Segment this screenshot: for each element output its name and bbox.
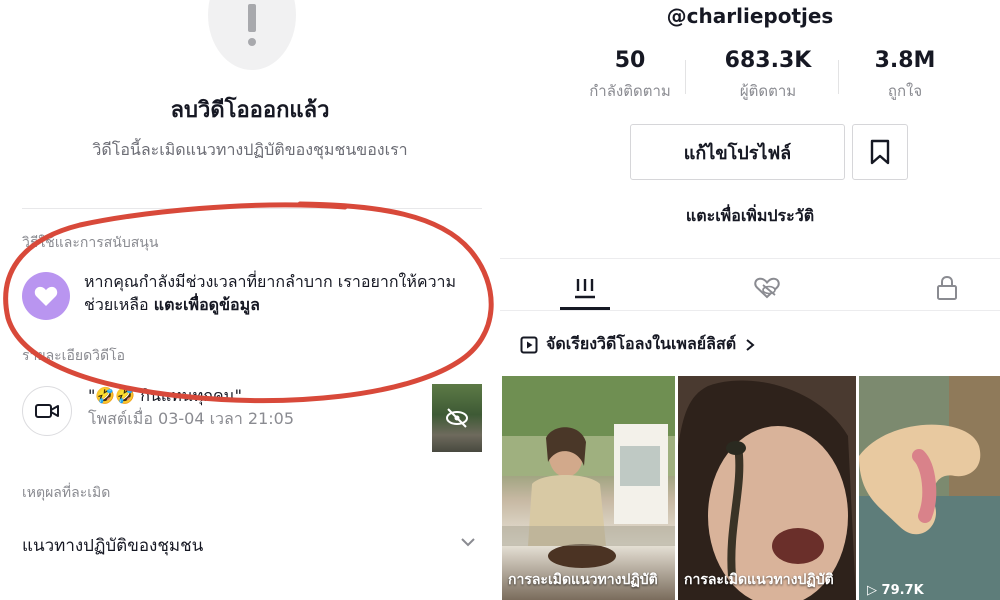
video-view-count: ▷ 79.7K <box>867 583 924 598</box>
violation-section-label: เหตุผลที่ละเมิด <box>22 485 111 501</box>
bookmark-icon <box>870 139 890 165</box>
stat-label: กำลังติดตาม <box>589 82 671 100</box>
chevron-right-icon <box>746 338 755 351</box>
video-card[interactable]: การละเมิดแนวทางปฏิบัติ <box>678 376 856 600</box>
video-removed-panel: ลบวิดีโอออกแล้ว วิดีโอนี้ละเมิดแนวทางปฏิ… <box>0 0 500 600</box>
tab-liked[interactable] <box>684 268 850 308</box>
divider <box>500 258 1000 259</box>
stat-divider <box>685 60 686 94</box>
support-link[interactable]: แตะเพื่อดูข้อมูล <box>154 295 260 314</box>
video-card[interactable]: ▷ 79.7K <box>859 376 1000 600</box>
playlist-label: จัดเรียงวิดีโอลงในเพลย์ลิสต์ <box>546 334 737 353</box>
profile-panel: @charliepotjes 50 กำลังติดตาม 683.3K ผู้… <box>500 0 1000 600</box>
video-card-label: การละเมิดแนวทางปฏิบัติ <box>684 572 834 588</box>
add-bio-link[interactable]: แตะเพื่อเพิ่มประวัติ <box>500 204 1000 229</box>
video-posted-date: โพสต์เมื่อ 03-04 เวลา 21:05 <box>88 409 295 428</box>
divider <box>500 310 1000 311</box>
support-text: หากคุณกำลังมีช่วงเวลาที่ยากลำบาก เราอยาก… <box>84 272 457 314</box>
edit-profile-button[interactable]: แก้ไขโปรไฟล์ <box>630 124 845 180</box>
support-message[interactable]: หากคุณกำลังมีช่วงเวลาที่ยากลำบาก เราอยาก… <box>84 270 464 316</box>
grid-icon <box>575 279 595 299</box>
liked-hidden-icon <box>754 277 780 299</box>
support-section-label: วิธีใช้และการสนับสนุน <box>22 235 159 251</box>
stat-label: ผู้ติดตาม <box>739 82 797 100</box>
heart-icon <box>22 272 70 320</box>
chevron-down-icon[interactable] <box>458 532 478 552</box>
video-card[interactable]: การละเมิดแนวทางปฏิบัติ <box>502 376 675 600</box>
stat-followers[interactable]: 683.3K ผู้ติดตาม <box>703 48 833 103</box>
alert-icon <box>208 0 296 70</box>
stat-value: 683.3K <box>724 48 812 73</box>
divider <box>22 208 482 209</box>
tab-private[interactable] <box>864 268 1000 308</box>
playlist-link[interactable]: จัดเรียงวิดีโอลงในเพลย์ลิสต์ <box>520 332 756 357</box>
tab-videos[interactable] <box>502 268 668 308</box>
play-icon: ▷ <box>867 583 882 598</box>
lock-icon <box>937 275 957 300</box>
view-count: 79.7K <box>881 583 924 598</box>
video-camera-icon <box>22 386 72 436</box>
details-section-label: รายละเอียดวิดีโอ <box>22 348 126 364</box>
stat-label: ถูกใจ <box>887 82 923 100</box>
stat-value: 50 <box>614 48 646 73</box>
hidden-eye-icon <box>446 408 468 428</box>
removed-description: วิดีโอนี้ละเมิดแนวทางปฏิบัติของชุมชนของเ… <box>92 140 408 159</box>
stat-following[interactable]: 50 กำลังติดตาม <box>565 48 695 103</box>
stat-divider <box>838 60 839 94</box>
video-thumbnail-art <box>859 376 1000 600</box>
video-caption: "🤣🤣 กินแทนทุกคน" <box>88 386 242 405</box>
removed-title: ลบวิดีโอออกแล้ว <box>170 98 330 123</box>
stat-value: 3.8M <box>874 48 936 73</box>
profile-username: @charliepotjes <box>666 4 834 28</box>
violation-reason[interactable]: แนวทางปฏิบัติของชุมชน <box>22 532 203 559</box>
video-card-label: การละเมิดแนวทางปฏิบัติ <box>508 572 658 588</box>
playlist-icon <box>520 336 538 353</box>
stat-likes[interactable]: 3.8M ถูกใจ <box>840 48 970 103</box>
video-thumbnail-art <box>502 376 675 568</box>
video-thumbnail-art <box>678 376 856 600</box>
bookmark-button[interactable] <box>852 124 908 180</box>
video-thumbnail[interactable] <box>432 384 482 452</box>
